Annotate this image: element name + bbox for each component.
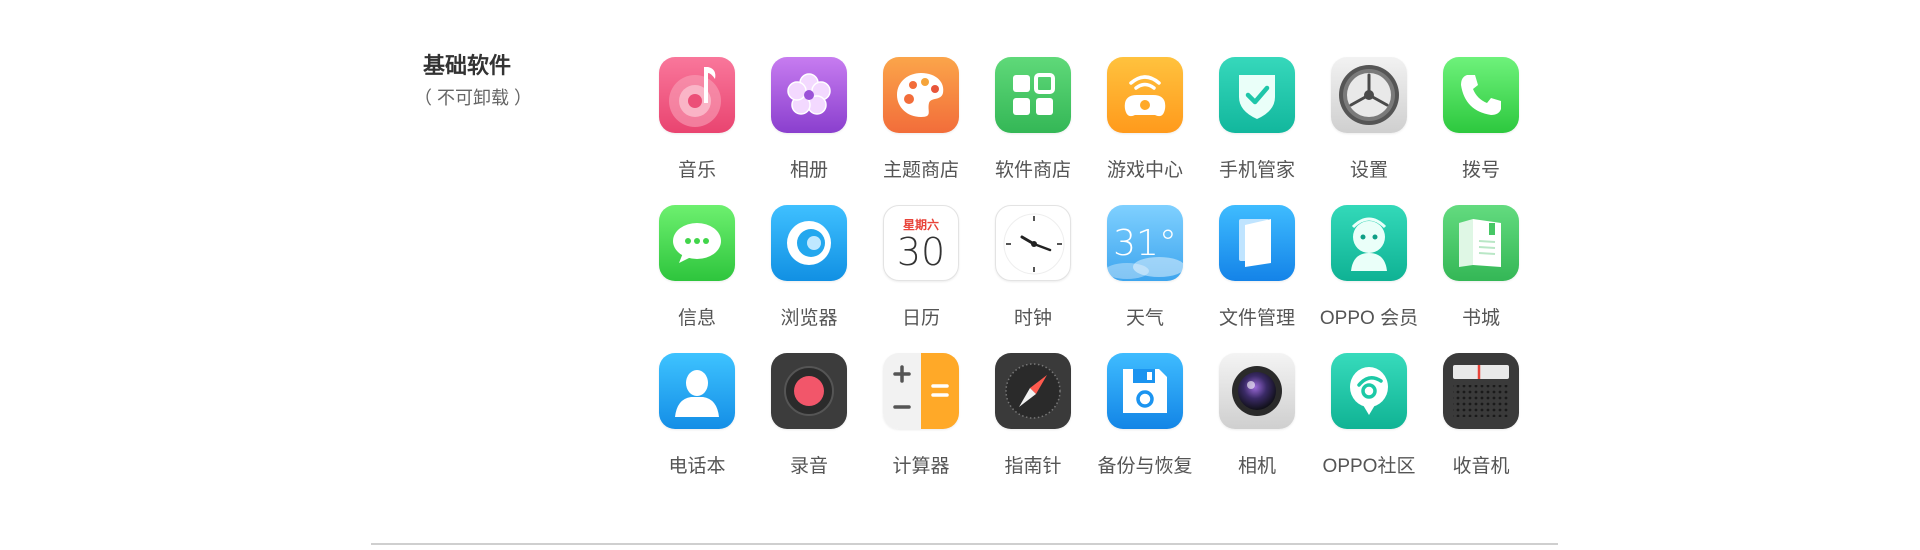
app-contacts[interactable]: 电话本 bbox=[641, 353, 753, 501]
clock-icon bbox=[995, 205, 1071, 281]
app-weather[interactable]: 31° 天气 bbox=[1089, 205, 1201, 353]
app-camera[interactable]: 相机 bbox=[1201, 353, 1313, 501]
app-label: 指南针 bbox=[1004, 456, 1062, 477]
app-store-icon bbox=[995, 57, 1071, 133]
app-theme-store[interactable]: 主题商店 bbox=[865, 57, 977, 205]
app-file-manager[interactable]: 文件管理 bbox=[1201, 205, 1313, 353]
weather-icon: 31° bbox=[1107, 205, 1183, 281]
app-label: 备份与恢复 bbox=[1097, 456, 1193, 477]
app-label: 天气 bbox=[1125, 308, 1164, 329]
app-messages[interactable]: 信息 bbox=[641, 205, 753, 353]
section-title: 基础软件 bbox=[423, 53, 512, 78]
calendar-day: 30 bbox=[896, 230, 946, 274]
messages-icon bbox=[659, 205, 735, 281]
app-label: 设置 bbox=[1349, 160, 1388, 181]
app-clock[interactable]: 时钟 bbox=[977, 205, 1089, 353]
app-calculator[interactable]: 计算器 bbox=[865, 353, 977, 501]
game-center-icon bbox=[1107, 57, 1183, 133]
file-manager-icon bbox=[1219, 205, 1295, 281]
app-label: 相机 bbox=[1237, 456, 1276, 477]
app-compass[interactable]: 指南针 bbox=[977, 353, 1089, 501]
app-label: 电话本 bbox=[668, 456, 726, 477]
app-oppo-member[interactable]: OPPO 会员 bbox=[1313, 205, 1425, 353]
app-label: 浏览器 bbox=[780, 308, 838, 329]
app-recorder[interactable]: 录音 bbox=[753, 353, 865, 501]
calculator-icon bbox=[883, 353, 959, 429]
app-label: 书城 bbox=[1461, 308, 1500, 329]
app-label: 软件商店 bbox=[994, 160, 1071, 181]
calendar-icon: 星期六 30 bbox=[883, 205, 959, 281]
app-grid: 音乐 相册 主题商店 软件商店 游戏中心 手机管家 设置 拨号 信息 浏览器 星… bbox=[641, 57, 1537, 501]
app-label: OPPO社区 bbox=[1322, 456, 1416, 477]
bookstore-icon bbox=[1443, 205, 1519, 281]
photo-album-icon bbox=[771, 57, 847, 133]
theme-store-icon bbox=[883, 57, 959, 133]
app-label: 录音 bbox=[789, 456, 828, 477]
camera-icon bbox=[1219, 353, 1295, 429]
app-music[interactable]: 音乐 bbox=[641, 57, 753, 205]
app-album[interactable]: 相册 bbox=[753, 57, 865, 205]
app-label: 计算器 bbox=[892, 456, 950, 477]
music-icon bbox=[659, 57, 735, 133]
contacts-icon bbox=[659, 353, 735, 429]
compass-icon bbox=[995, 353, 1071, 429]
browser-icon bbox=[771, 205, 847, 281]
app-software-store[interactable]: 软件商店 bbox=[977, 57, 1089, 205]
app-label: 收音机 bbox=[1452, 456, 1510, 477]
phone-dialer-icon bbox=[1443, 57, 1519, 133]
app-label: 相册 bbox=[789, 160, 828, 181]
phone-manager-icon bbox=[1219, 57, 1295, 133]
oppo-community-icon bbox=[1331, 353, 1407, 429]
radio-icon bbox=[1443, 353, 1519, 429]
app-dialer[interactable]: 拨号 bbox=[1425, 57, 1537, 205]
app-label: 信息 bbox=[677, 308, 716, 329]
backup-restore-icon bbox=[1107, 353, 1183, 429]
settings-icon bbox=[1331, 57, 1407, 133]
app-label: 音乐 bbox=[677, 160, 716, 181]
app-label: 手机管家 bbox=[1218, 160, 1295, 181]
weather-temp: 31° bbox=[1113, 223, 1177, 264]
oppo-member-icon bbox=[1331, 205, 1407, 281]
app-label: 文件管理 bbox=[1218, 308, 1295, 329]
section-subtitle: （ 不可卸载 ） bbox=[414, 88, 533, 108]
recorder-icon bbox=[771, 353, 847, 429]
app-label: 游戏中心 bbox=[1106, 160, 1183, 181]
app-bookstore[interactable]: 书城 bbox=[1425, 205, 1537, 353]
app-calendar[interactable]: 星期六 30 日历 bbox=[865, 205, 977, 353]
app-game-center[interactable]: 游戏中心 bbox=[1089, 57, 1201, 205]
app-label: OPPO 会员 bbox=[1319, 308, 1419, 329]
app-label: 主题商店 bbox=[882, 160, 959, 181]
app-label: 拨号 bbox=[1461, 160, 1500, 181]
app-browser[interactable]: 浏览器 bbox=[753, 205, 865, 353]
section-divider bbox=[371, 543, 1558, 545]
app-label: 时钟 bbox=[1013, 308, 1052, 329]
app-backup-restore[interactable]: 备份与恢复 bbox=[1089, 353, 1201, 501]
app-label: 日历 bbox=[901, 308, 940, 329]
app-radio[interactable]: 收音机 bbox=[1425, 353, 1537, 501]
app-oppo-community[interactable]: OPPO社区 bbox=[1313, 353, 1425, 501]
app-settings[interactable]: 设置 bbox=[1313, 57, 1425, 205]
app-phone-manager[interactable]: 手机管家 bbox=[1201, 57, 1313, 205]
